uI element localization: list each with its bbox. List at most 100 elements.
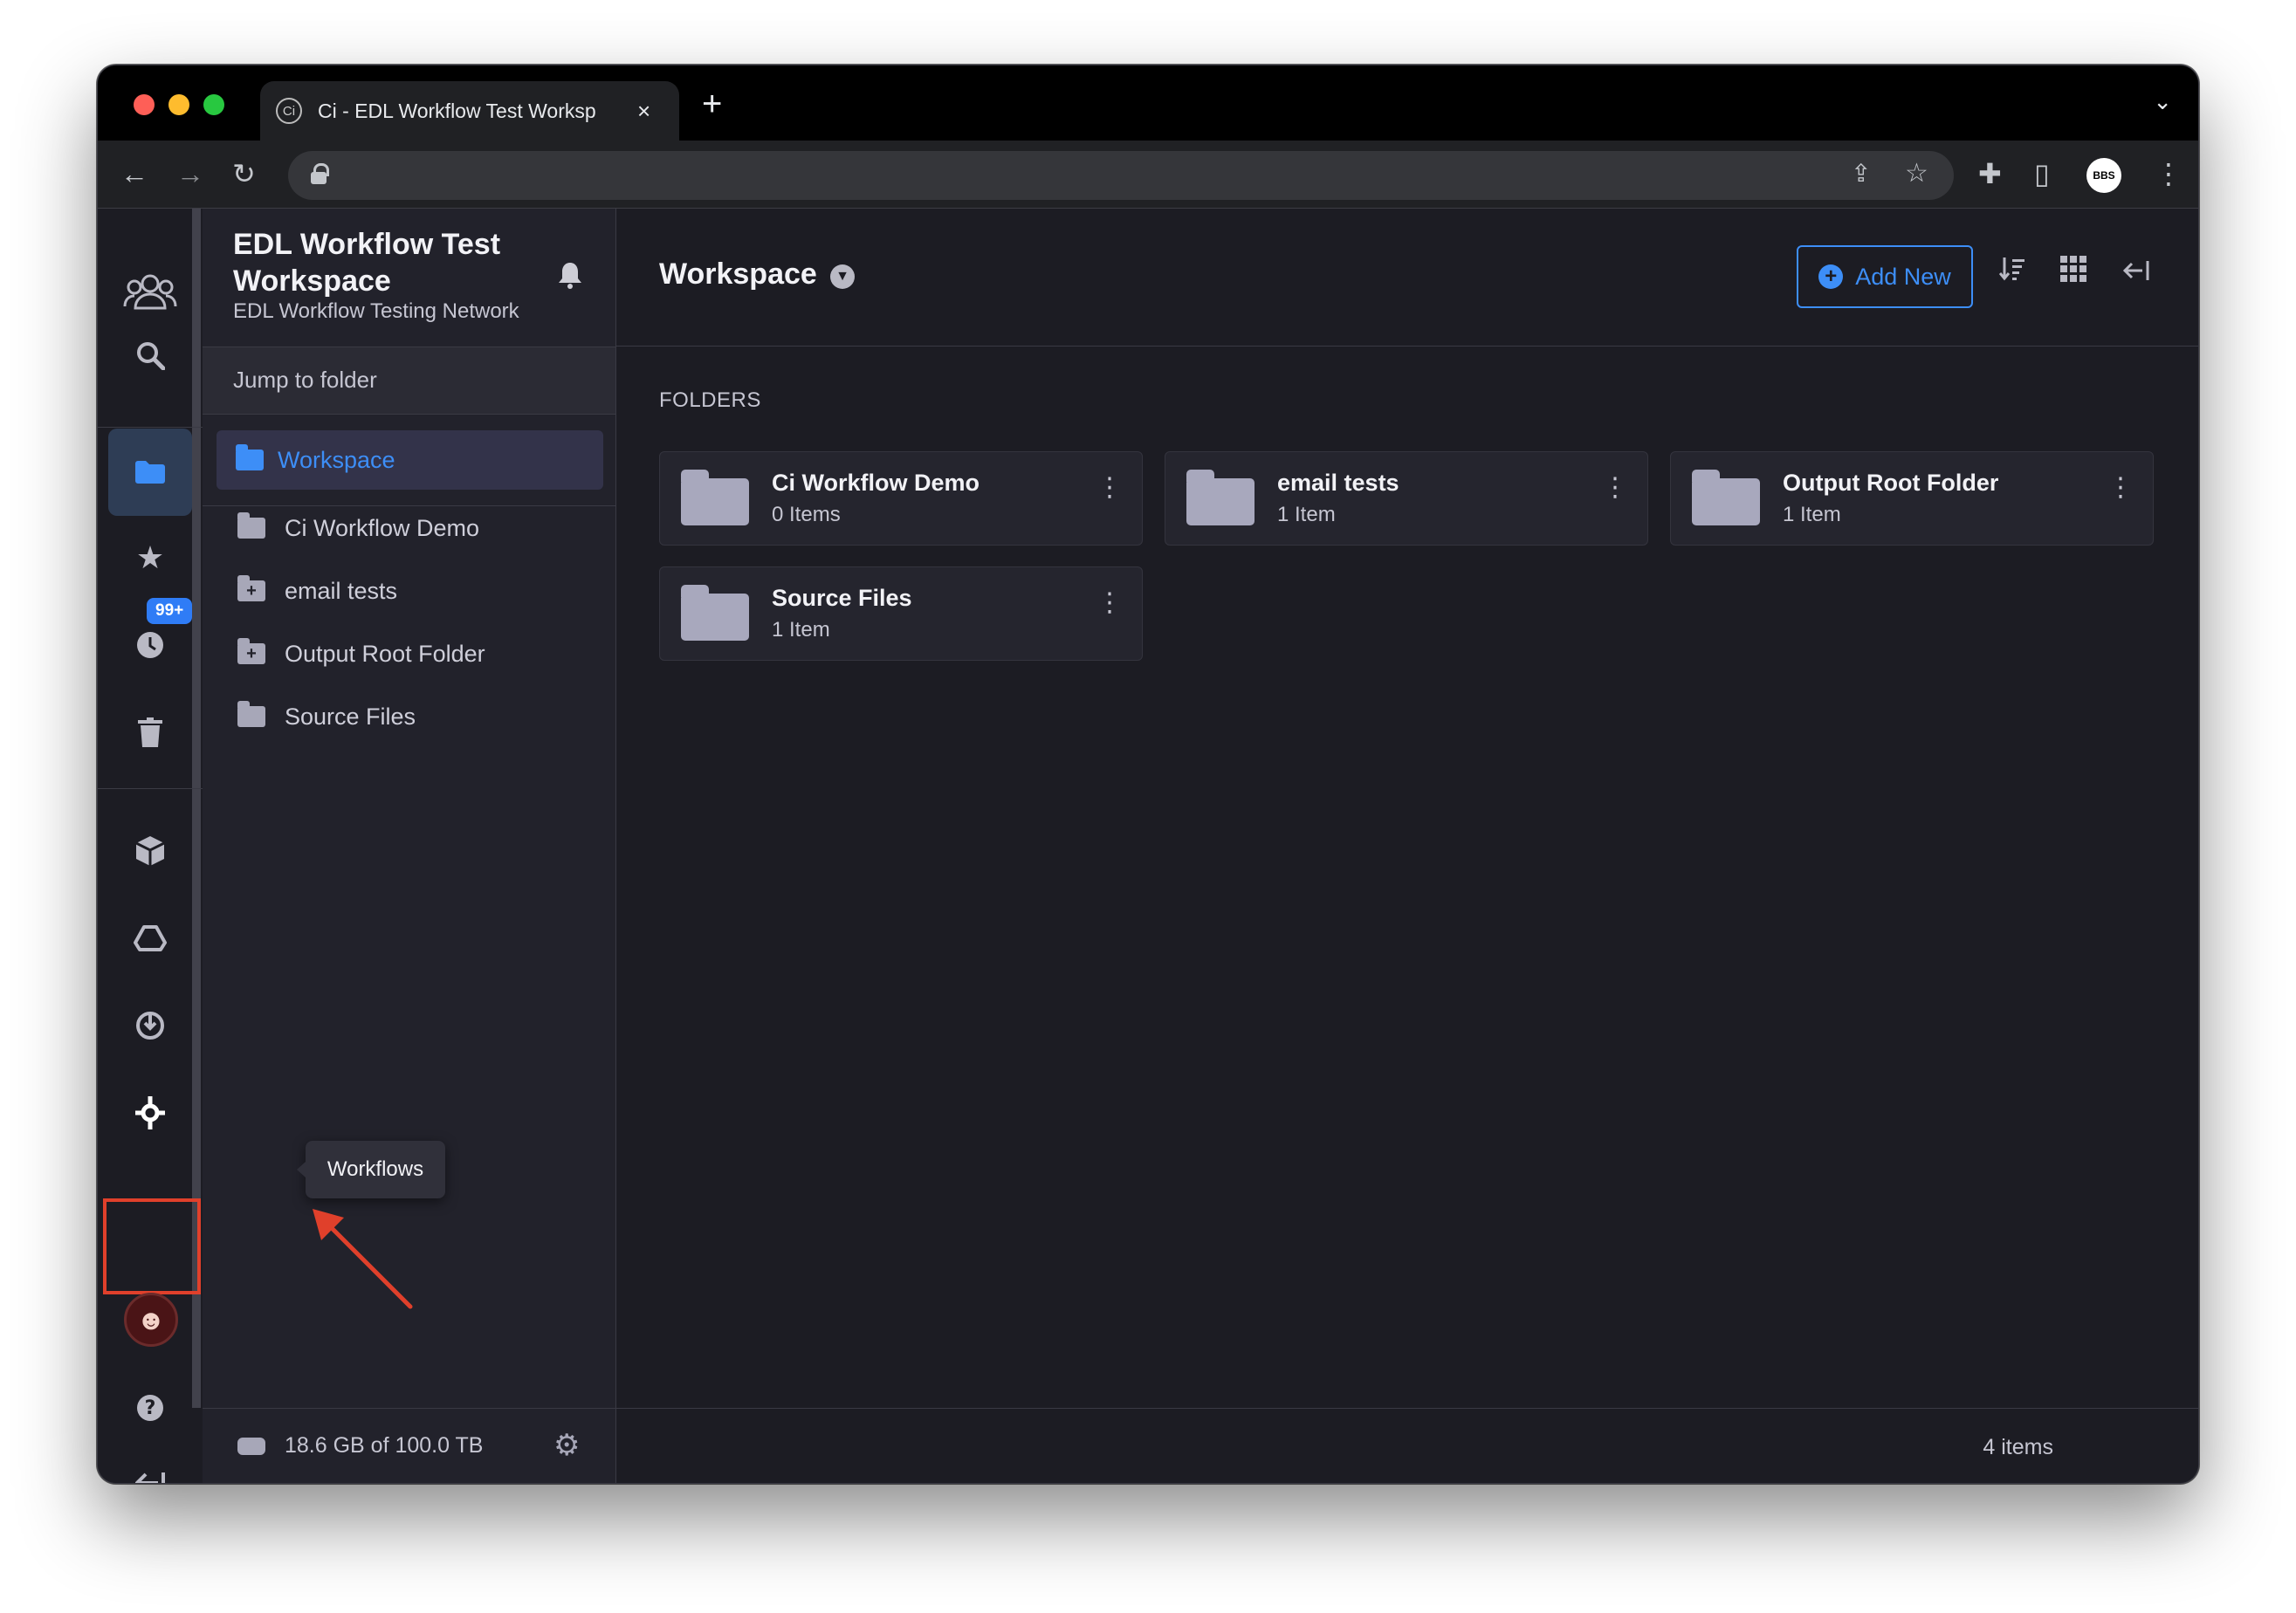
- storage-label: 18.6 GB of 100.0 TB: [285, 1433, 484, 1458]
- tab-close-icon[interactable]: ×: [637, 98, 650, 125]
- folder-plus-icon: +: [237, 575, 265, 601]
- main-footer: 4 items: [616, 1408, 2198, 1483]
- rail-divider: [98, 788, 203, 789]
- folder-icon: [1186, 470, 1255, 525]
- folder-name: Source Files: [772, 585, 912, 611]
- close-window-button[interactable]: [134, 94, 155, 115]
- collapse-icon[interactable]: [107, 1439, 194, 1483]
- add-new-label: Add New: [1855, 263, 1951, 290]
- main-content: Workspace ▼ + Add New FOLDERS Ci Workflo…: [616, 209, 2198, 1483]
- folder-icon: [237, 701, 265, 727]
- folder-card[interactable]: email tests 1 Item ⋮: [1165, 451, 1648, 546]
- sidebar-item-email-tests[interactable]: + email tests: [237, 573, 397, 608]
- sidebar-item-ci-workflow-demo[interactable]: Ci Workflow Demo: [237, 511, 479, 546]
- star-icon[interactable]: ★: [107, 514, 194, 601]
- browser-tab[interactable]: Ci Ci - EDL Workflow Test Worksp ×: [260, 81, 679, 141]
- forward-icon[interactable]: →: [176, 156, 204, 191]
- folder-card[interactable]: Ci Workflow Demo 0 Items ⋮: [659, 451, 1143, 546]
- folder-item-count: 1 Item: [772, 618, 830, 642]
- recent-count-badge: 99+: [147, 598, 193, 624]
- folders-heading: FOLDERS: [659, 388, 761, 412]
- workflows-highlight-box: [103, 1198, 201, 1294]
- folder-name: Output Root Folder: [1783, 470, 1999, 496]
- collapse-panel-icon[interactable]: [2122, 256, 2149, 290]
- tab-title: Ci - EDL Workflow Test Worksp: [318, 99, 596, 122]
- gear-icon[interactable]: ⚙: [553, 1428, 580, 1463]
- items-count: 4 items: [1983, 1435, 2053, 1459]
- folder-item-count: 0 Items: [772, 503, 841, 526]
- folder-icon[interactable]: [108, 429, 192, 516]
- folder-name: Ci Workflow Demo: [772, 470, 980, 496]
- folder-icon: [236, 444, 264, 470]
- search-icon[interactable]: [107, 312, 194, 399]
- browser-menu-icon[interactable]: ⋮: [2155, 156, 2183, 191]
- tab-favicon-icon: Ci: [276, 98, 302, 124]
- folder-name: email tests: [1277, 470, 1399, 496]
- download-icon[interactable]: [107, 982, 194, 1069]
- sidebar-item-label: Source Files: [285, 703, 416, 730]
- folder-item-count: 1 Item: [1277, 503, 1336, 526]
- rail-divider: [98, 427, 203, 428]
- browser-window: Ci Ci - EDL Workflow Test Worksp × + ⌄ ←…: [97, 65, 2199, 1484]
- plus-circle-icon: +: [1818, 264, 1844, 289]
- jump-to-folder-placeholder: Jump to folder: [233, 367, 377, 393]
- folder-icon: [1692, 470, 1760, 525]
- annotation-arrow-icon: [313, 1209, 413, 1309]
- folder-plus-icon: +: [237, 638, 265, 664]
- add-new-button[interactable]: + Add New: [1797, 245, 1973, 308]
- workflows-icon[interactable]: [107, 1069, 194, 1157]
- minimize-window-button[interactable]: [168, 94, 189, 115]
- sidebar-item-source-files[interactable]: Source Files: [237, 699, 416, 734]
- workflows-tooltip: Workflows: [297, 1141, 445, 1198]
- side-panel-icon[interactable]: ▯: [2034, 156, 2050, 191]
- profile-avatar[interactable]: BBS: [2086, 158, 2121, 193]
- drive-icon[interactable]: [107, 895, 194, 982]
- sort-icon[interactable]: [1998, 256, 2025, 290]
- storage-usage: 18.6 GB of 100.0 TB: [237, 1433, 483, 1459]
- bell-icon[interactable]: [557, 261, 583, 296]
- help-icon[interactable]: ?: [107, 1364, 194, 1452]
- sidebar-item-label: email tests: [285, 577, 398, 604]
- folder-icon: [681, 470, 749, 525]
- address-bar[interactable]: ⇪ ☆: [288, 151, 1954, 200]
- trash-icon[interactable]: [107, 689, 194, 776]
- package-icon[interactable]: [107, 807, 194, 895]
- sidebar-item-output-root-folder[interactable]: + Output Root Folder: [237, 636, 485, 671]
- folder-card[interactable]: Source Files 1 Item ⋮: [659, 566, 1143, 661]
- share-icon[interactable]: ⇪: [1851, 156, 1871, 191]
- svg-text:?: ?: [145, 1397, 156, 1419]
- page-title: Workspace: [659, 257, 817, 291]
- browser-toolbar: ← → ↻ ⇪ ☆ ✚ ▯ BBS ⋮: [98, 141, 2198, 209]
- more-options-icon[interactable]: ⋮: [2107, 475, 2134, 501]
- avatar[interactable]: ☻: [124, 1293, 178, 1347]
- app-rail: ★ 99+ ☻ ?: [98, 209, 203, 1483]
- lock-icon: [311, 163, 329, 184]
- more-options-icon[interactable]: ⋮: [1096, 475, 1123, 501]
- jump-to-folder-input[interactable]: Jump to folder: [203, 347, 615, 415]
- workspace-network: EDL Workflow Testing Network: [233, 299, 519, 323]
- folder-icon: [681, 585, 749, 641]
- sidebar-divider: [203, 505, 615, 506]
- tab-bar: Ci Ci - EDL Workflow Test Worksp × + ⌄: [98, 65, 2198, 141]
- more-options-icon[interactable]: ⋮: [1602, 475, 1628, 501]
- new-tab-button[interactable]: +: [702, 85, 722, 124]
- reload-icon[interactable]: ↻: [232, 156, 256, 191]
- main-header: Workspace ▼ + Add New: [616, 209, 2198, 347]
- sidebar-item-workspace[interactable]: Workspace: [217, 430, 603, 490]
- bookmark-star-icon[interactable]: ☆: [1905, 156, 1928, 191]
- more-options-icon[interactable]: ⋮: [1096, 590, 1123, 616]
- folder-icon: [237, 512, 265, 539]
- extensions-icon[interactable]: ✚: [1978, 156, 2002, 191]
- sidebar-item-label: Workspace: [278, 446, 395, 473]
- maximize-window-button[interactable]: [203, 94, 224, 115]
- tab-search-chevron-icon[interactable]: ⌄: [2153, 88, 2172, 115]
- folder-item-count: 1 Item: [1783, 503, 1841, 526]
- hard-drive-icon: [237, 1437, 265, 1455]
- grid-view-icon[interactable]: [2060, 256, 2086, 290]
- chevron-down-icon[interactable]: ▼: [830, 264, 855, 289]
- back-icon[interactable]: ←: [120, 156, 148, 191]
- sidebar-item-label: Output Root Folder: [285, 640, 485, 667]
- sidebar-footer: 18.6 GB of 100.0 TB ⚙: [203, 1408, 615, 1483]
- folder-card[interactable]: Output Root Folder 1 Item ⋮: [1670, 451, 2154, 546]
- workspace-title: EDL Workflow Test Workspace: [233, 228, 501, 298]
